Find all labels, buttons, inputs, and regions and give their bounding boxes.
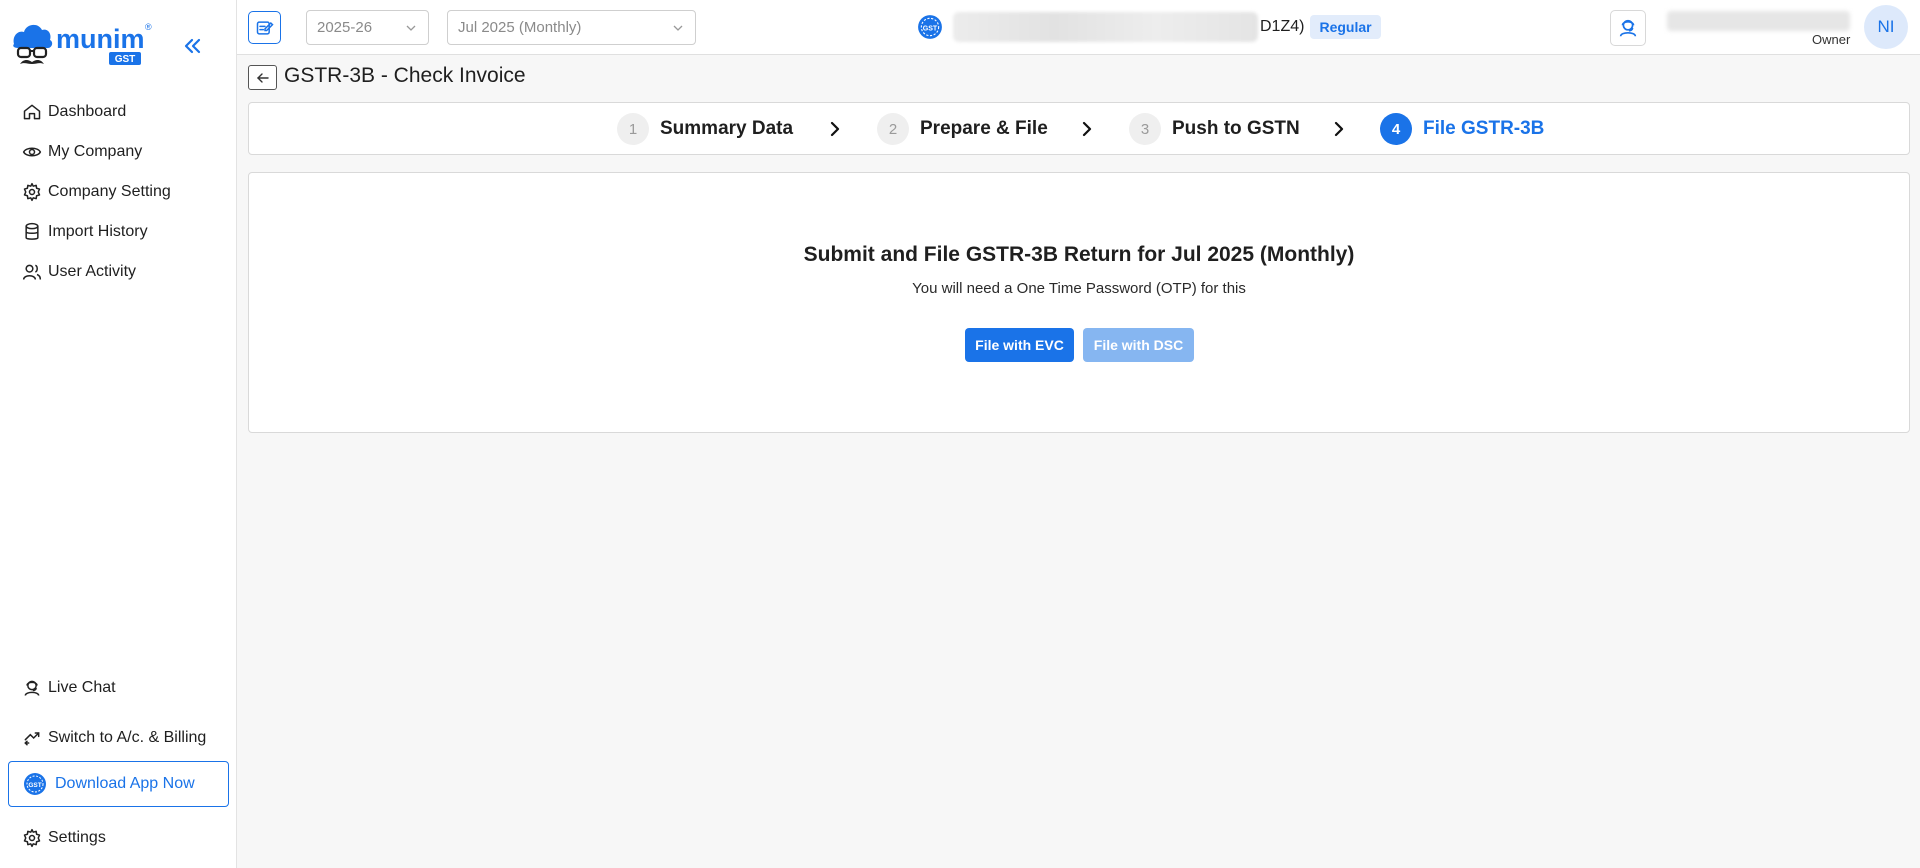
users-icon: [22, 264, 42, 280]
sidebar-item-my-company[interactable]: My Company: [0, 132, 237, 172]
stepper: 1 Summary Data 2 Prepare & File 3 Push t…: [248, 102, 1910, 155]
sidebar-item-label: My Company: [48, 143, 143, 160]
step-prepare-file[interactable]: 2 Prepare & File: [877, 113, 1048, 145]
svg-text:munim: munim: [56, 24, 145, 54]
download-app-label: Download App Now: [55, 775, 195, 792]
step-label: Push to GSTN: [1172, 118, 1300, 139]
financial-year-value: 2025-26: [317, 19, 373, 36]
step-summary-data[interactable]: 1 Summary Data: [617, 113, 793, 145]
step-number: 4: [1380, 113, 1412, 145]
topbar: 2025-26 Jul 2025 (Monthly) GST D1Z4) Reg…: [237, 0, 1920, 55]
avatar[interactable]: NI: [1864, 5, 1908, 49]
chevron-right-icon: [830, 121, 840, 137]
munim-gst-logo[interactable]: munim ® GST: [10, 18, 160, 70]
support-agent-icon: [1619, 19, 1637, 37]
step-number: 2: [877, 113, 909, 145]
sidebar-item-label: Dashboard: [48, 103, 127, 120]
sidebar: munim ® GST Dashboard My Company Company…: [0, 0, 237, 868]
settings-gear-icon: [23, 828, 41, 848]
step-number: 3: [1129, 113, 1161, 145]
eye-icon: [22, 147, 42, 157]
company-name-redacted: [953, 12, 1258, 42]
step-label: Prepare & File: [920, 118, 1048, 139]
company-selector[interactable]: GST D1Z4) Regular: [917, 12, 1381, 42]
chevron-down-icon: [406, 25, 416, 31]
chevron-right-icon: [1334, 121, 1344, 137]
file-with-dsc-button[interactable]: File with DSC: [1083, 328, 1194, 362]
chevron-down-icon: [673, 25, 683, 31]
chevron-right-icon: [1082, 121, 1092, 137]
financial-year-select[interactable]: 2025-26: [306, 10, 429, 45]
gst-seal-icon: GST: [24, 773, 46, 795]
sidebar-nav: Dashboard My Company Company Setting Imp…: [0, 92, 237, 292]
page-title: GSTR-3B - Check Invoice: [284, 64, 526, 87]
edit-note-button[interactable]: [248, 11, 281, 44]
svg-text:GST: GST: [28, 782, 41, 789]
user-name-redacted: [1667, 11, 1850, 31]
svg-text:®: ®: [145, 22, 152, 32]
switch-arrows-icon: [24, 732, 40, 746]
back-button[interactable]: [248, 65, 277, 90]
step-label: File GSTR-3B: [1423, 118, 1545, 139]
database-icon: [25, 222, 39, 240]
otp-notice: You will need a One Time Password (OTP) …: [912, 280, 1246, 297]
settings-link[interactable]: Settings: [0, 823, 237, 853]
step-number: 1: [617, 113, 649, 145]
step-label: Summary Data: [660, 118, 794, 139]
download-app-button[interactable]: GST Download App Now: [8, 761, 229, 807]
svg-text:GST: GST: [923, 25, 938, 32]
file-with-evc-button[interactable]: File with EVC: [965, 328, 1074, 362]
support-agent-icon: [24, 680, 40, 696]
edit-note-icon: [256, 20, 274, 35]
support-button[interactable]: [1610, 10, 1646, 46]
file-return-card: Submit and File GSTR-3B Return for Jul 2…: [248, 172, 1910, 433]
sidebar-item-import-history[interactable]: Import History: [0, 212, 237, 252]
sidebar-item-dashboard[interactable]: Dashboard: [0, 92, 237, 132]
arrow-left-icon: [256, 72, 269, 83]
sidebar-item-label: Company Setting: [48, 183, 171, 200]
munim-logo-icon: munim ® GST: [13, 22, 152, 65]
company-type-badge: Regular: [1310, 15, 1381, 39]
return-period-select[interactable]: Jul 2025 (Monthly): [447, 10, 696, 45]
return-period-value: Jul 2025 (Monthly): [458, 19, 582, 36]
switch-billing-label: Switch to A/c. & Billing: [48, 729, 207, 746]
gstin-tail: D1Z4): [1260, 18, 1305, 35]
settings-label: Settings: [48, 829, 106, 846]
sidebar-item-user-activity[interactable]: User Activity: [0, 252, 237, 292]
gear-icon: [23, 182, 41, 202]
live-chat-link[interactable]: Live Chat: [0, 673, 237, 703]
collapse-sidebar-icon[interactable]: [180, 34, 204, 58]
file-return-heading: Submit and File GSTR-3B Return for Jul 2…: [803, 243, 1355, 266]
step-push-gstn[interactable]: 3 Push to GSTN: [1129, 113, 1300, 145]
switch-billing-link[interactable]: Switch to A/c. & Billing: [0, 723, 237, 753]
gst-seal-icon: GST: [918, 15, 942, 39]
sidebar-item-label: Import History: [48, 223, 148, 240]
live-chat-label: Live Chat: [48, 679, 116, 696]
svg-text:GST: GST: [115, 54, 136, 65]
sidebar-item-label: User Activity: [48, 263, 137, 280]
home-icon: [23, 104, 41, 120]
sidebar-item-company-setting[interactable]: Company Setting: [0, 172, 237, 212]
step-file-gstr3b[interactable]: 4 File GSTR-3B: [1380, 113, 1544, 145]
user-role: Owner: [1812, 32, 1851, 47]
